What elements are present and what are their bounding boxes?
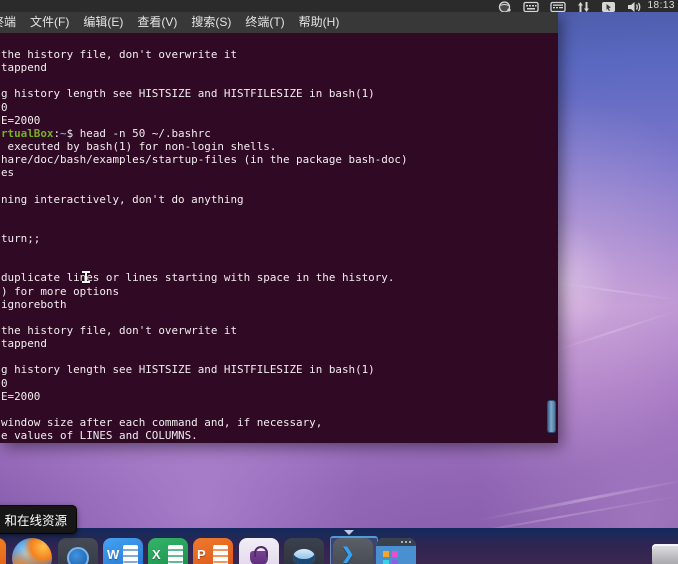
- terminal-line: tappend: [1, 61, 47, 75]
- writer-app-icon[interactable]: W: [103, 538, 143, 564]
- terminal-line: E=2000: [1, 113, 41, 127]
- pointer-box-icon[interactable]: [601, 0, 616, 12]
- terminal-line: the history file, don't overwrite it: [1, 323, 238, 337]
- terminal-line: ning interactively, don't do anything: [1, 192, 244, 206]
- menu-item-6[interactable]: 帮助(H): [292, 12, 347, 33]
- menu-item-4[interactable]: 搜索(S): [184, 12, 238, 33]
- terminal-line: g history length see HISTSIZE and HISTFI…: [1, 87, 375, 101]
- top-system-bar: 18:13: [0, 0, 678, 12]
- terminal-line: E=2000: [1, 389, 41, 403]
- terminal-line: g history length see HISTSIZE and HISTFI…: [1, 363, 375, 377]
- wallpaper-streak: [471, 476, 678, 523]
- app-glyph: ❯: [341, 546, 355, 563]
- terminal-line: executed by bash(1) for non-login shells…: [1, 139, 277, 153]
- search-tooltip: 和在线资源: [0, 505, 77, 534]
- terminal-window: 终端文件(F)编辑(E)查看(V)搜索(S)终端(T)帮助(H) the his…: [0, 12, 558, 443]
- app-glyph: P: [197, 547, 206, 562]
- software-store-icon[interactable]: [239, 538, 279, 564]
- tooltip-text: 和在线资源: [4, 514, 67, 528]
- firefox-icon[interactable]: [12, 538, 52, 564]
- terminal-line: tappend: [1, 337, 47, 351]
- clock[interactable]: 18:13: [647, 0, 675, 12]
- keyboard-icon[interactable]: [523, 0, 539, 12]
- terminal-line: window size after each command and, if n…: [1, 415, 323, 429]
- desktop: 18:13 终端文件(F)编辑(E)查看(V)搜索(S)终端(T)帮助(H) t…: [0, 0, 678, 564]
- scrollbar-thumb[interactable]: [547, 400, 556, 433]
- terminal-line: turn;;: [1, 231, 41, 245]
- blue-circle-app-icon[interactable]: [58, 538, 98, 564]
- terminal-line: 0: [1, 100, 8, 114]
- terminal-line: ignoreboth: [1, 297, 67, 311]
- app-grid-icon[interactable]: [376, 538, 416, 564]
- terminal-line: hare/doc/bash/examples/startup-files (in…: [1, 153, 408, 167]
- terminal-line: e values of LINES and COLUMNS.: [1, 429, 198, 443]
- updown-arrows-icon[interactable]: [577, 0, 590, 12]
- terminal-line: 0: [1, 376, 8, 390]
- dock: W X P ❯: [0, 528, 678, 564]
- menu-item-0[interactable]: 终端: [0, 12, 23, 33]
- app-glyph: W: [107, 547, 120, 562]
- terminal-line: ) for more options: [1, 284, 120, 298]
- terminal-menubar: 终端文件(F)编辑(E)查看(V)搜索(S)终端(T)帮助(H): [0, 12, 558, 33]
- app-glyph: X: [152, 547, 161, 562]
- terminal-app-icon[interactable]: ❯: [333, 538, 373, 564]
- terminal-line: the history file, don't overwrite it: [1, 48, 238, 61]
- wallpaper-streak: [543, 306, 678, 356]
- window-dots: [409, 541, 411, 543]
- terminal-screen[interactable]: the history file, don't overwrite it tapp…: [0, 33, 558, 443]
- terminal-output: the history file, don't overwrite it tapp…: [1, 48, 549, 442]
- menu-item-5[interactable]: 终端(T): [238, 12, 291, 33]
- presentation-app-icon[interactable]: P: [193, 538, 233, 564]
- spreadsheet-app-icon[interactable]: X: [148, 538, 188, 564]
- keyboard-layout-icon[interactable]: [550, 0, 566, 12]
- terminal-line: rtualBox:~$ head -n 50 ~/.bashrc: [1, 126, 211, 140]
- wallpaper-streak: [545, 280, 678, 302]
- speaker-icon[interactable]: [627, 0, 642, 12]
- partial-app-icon[interactable]: [0, 538, 6, 564]
- assistant-app-icon[interactable]: [284, 538, 324, 564]
- terminal-line: es: [1, 166, 15, 180]
- globe-icon[interactable]: [498, 0, 512, 12]
- system-tray: [498, 0, 642, 12]
- menu-item-3[interactable]: 查看(V): [130, 12, 184, 33]
- active-app-indicator-triangle: [344, 530, 354, 535]
- text-cursor-pointer: [82, 271, 90, 283]
- trash-icon[interactable]: [652, 544, 678, 564]
- menu-item-1[interactable]: 文件(F): [23, 12, 76, 33]
- menu-item-2[interactable]: 编辑(E): [76, 12, 130, 33]
